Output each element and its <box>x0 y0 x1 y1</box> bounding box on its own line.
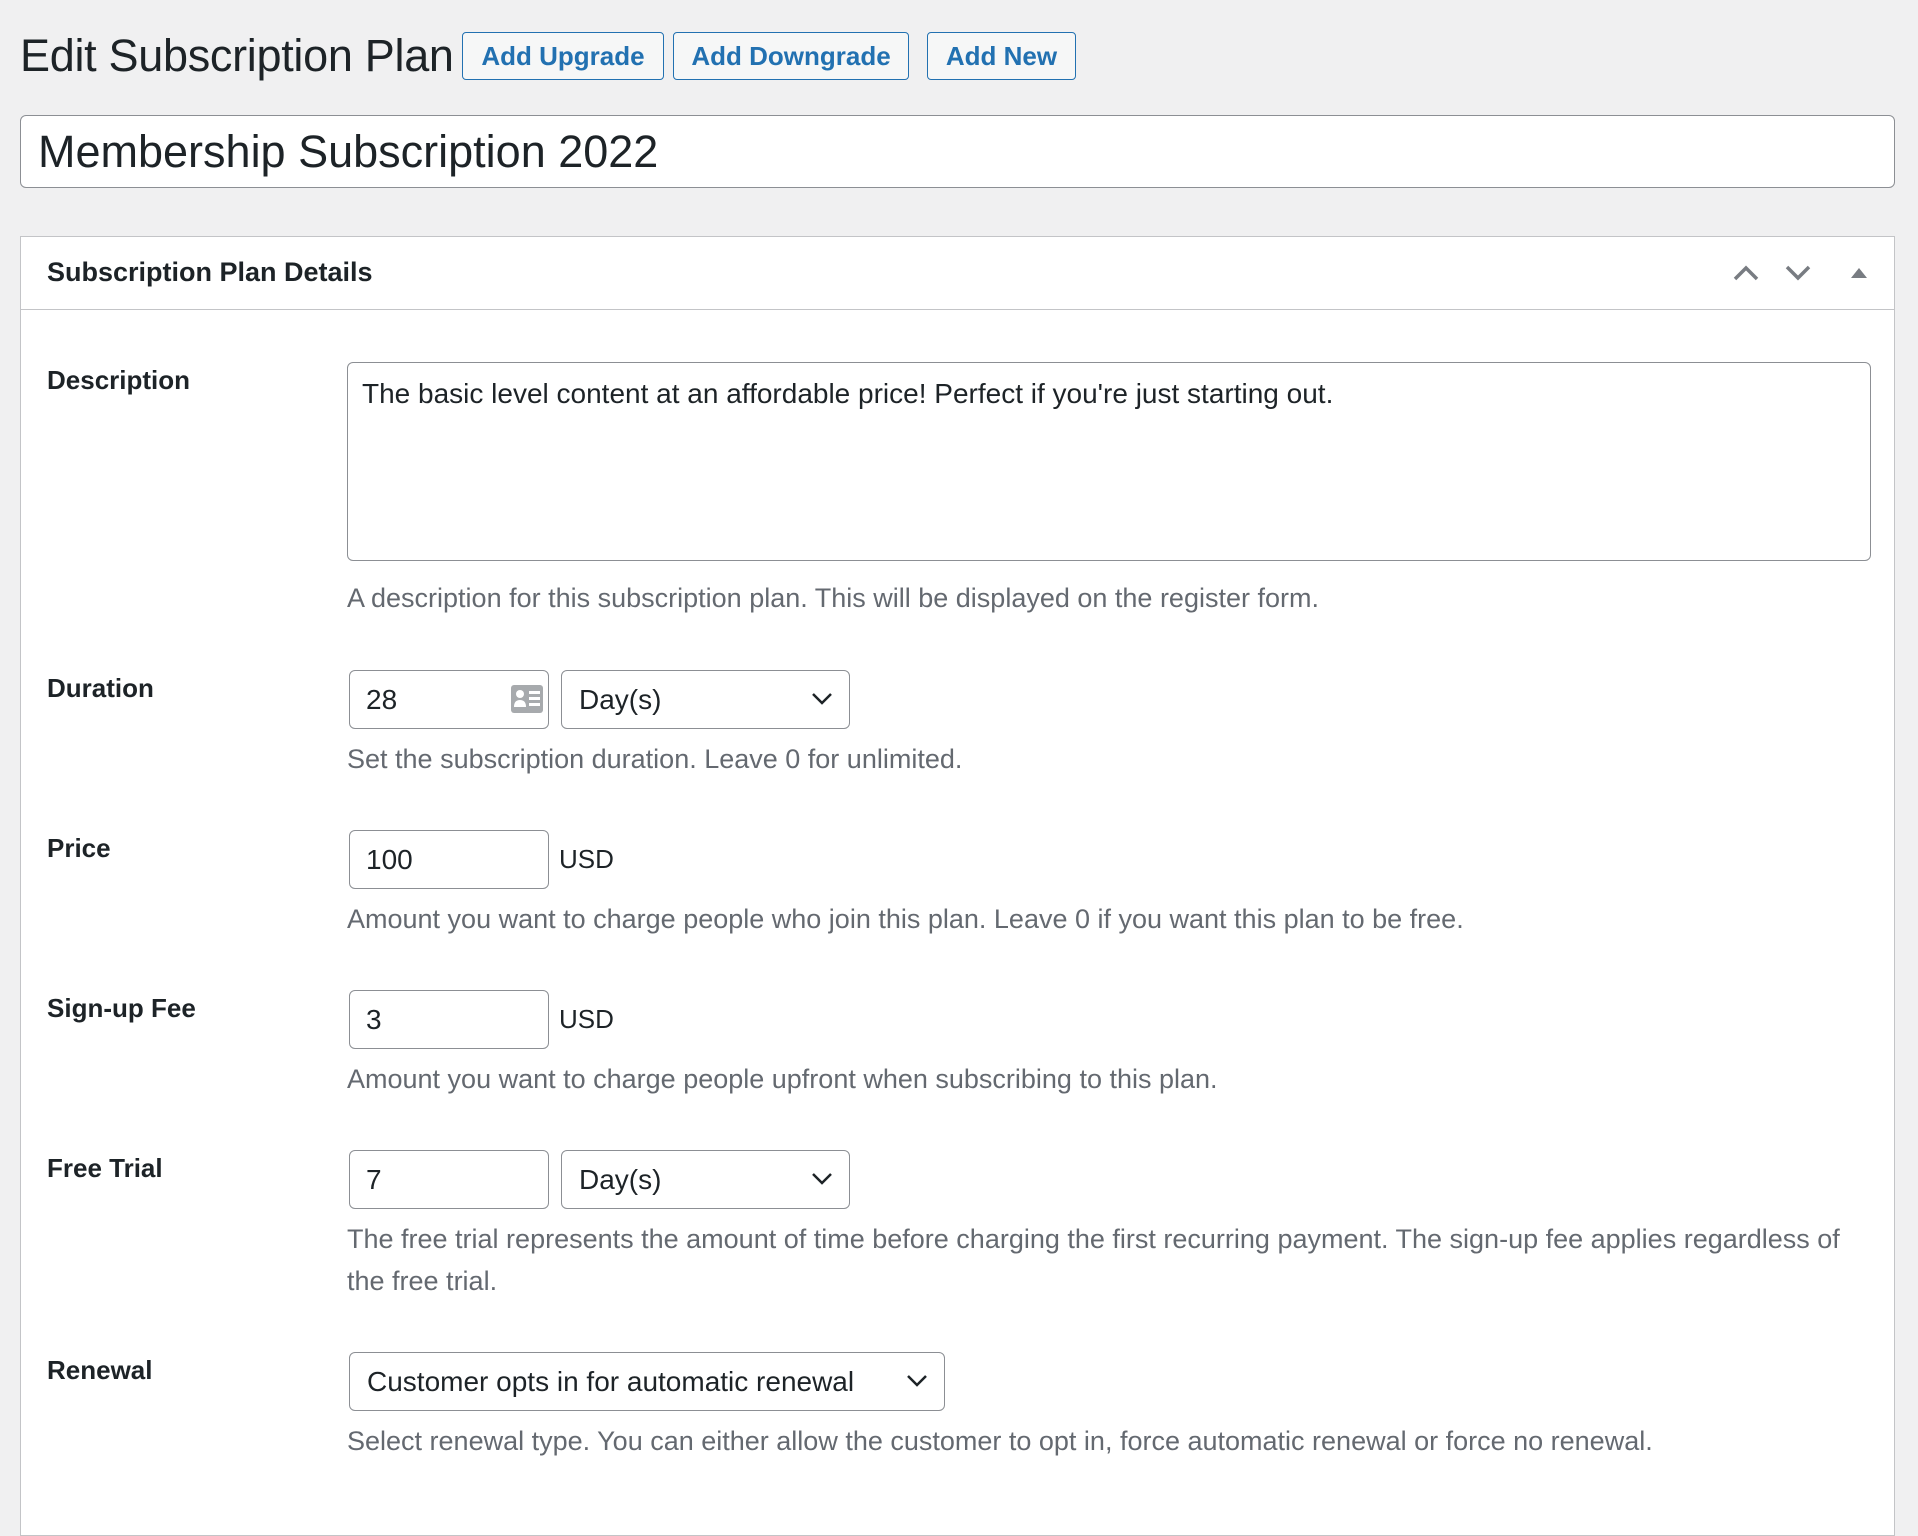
signup-fee-currency: USD <box>559 1004 614 1034</box>
renewal-value: Customer opts in for automatic renewal <box>367 1365 855 1397</box>
renewal-select[interactable]: Customer opts in for automatic renewal <box>349 1352 945 1411</box>
description-textarea[interactable]: The basic level content at an affordable… <box>347 362 1871 561</box>
duration-label: Duration <box>47 673 154 703</box>
move-down-icon[interactable] <box>1780 255 1816 291</box>
renewal-label: Renewal <box>47 1355 153 1385</box>
description-help: A description for this subscription plan… <box>347 583 1319 613</box>
description-label: Description <box>47 365 191 395</box>
duration-unit-select[interactable]: Day(s) <box>561 670 850 729</box>
signup-fee-help: Amount you want to charge people upfront… <box>347 1064 1218 1094</box>
price-input[interactable] <box>349 830 549 889</box>
add-new-button[interactable]: Add New <box>927 32 1076 80</box>
panel-header: Subscription Plan Details <box>21 237 1894 310</box>
chevron-down-icon <box>812 692 832 705</box>
contact-card-icon <box>511 685 543 713</box>
free-trial-label: Free Trial <box>47 1153 163 1183</box>
duration-field-wrapper <box>349 670 549 729</box>
free-trial-unit-select[interactable]: Day(s) <box>561 1150 850 1209</box>
duration-unit-value: Day(s) <box>579 683 662 715</box>
free-trial-help: The free trial represents the amount of … <box>347 1224 1840 1296</box>
add-downgrade-button[interactable]: Add Downgrade <box>673 32 909 80</box>
signup-fee-label: Sign-up Fee <box>47 993 196 1023</box>
chevron-down-icon <box>907 1374 927 1387</box>
renewal-help: Select renewal type. You can either allo… <box>347 1426 1653 1456</box>
price-label: Price <box>47 833 111 863</box>
price-currency: USD <box>559 844 614 874</box>
toggle-panel-icon[interactable] <box>1841 255 1877 291</box>
move-up-icon[interactable] <box>1728 255 1764 291</box>
free-trial-unit-value: Day(s) <box>579 1163 662 1195</box>
signup-fee-input[interactable] <box>349 990 549 1049</box>
subscription-plan-details-panel: Subscription Plan Details Description Th… <box>20 236 1895 1536</box>
page-title: Edit Subscription Plan <box>20 30 454 81</box>
panel-title: Subscription Plan Details <box>47 257 373 287</box>
free-trial-input[interactable] <box>349 1150 549 1209</box>
plan-title-input[interactable] <box>20 115 1895 188</box>
chevron-down-icon <box>812 1172 832 1185</box>
price-help: Amount you want to charge people who joi… <box>347 904 1464 934</box>
duration-help: Set the subscription duration. Leave 0 f… <box>347 744 963 774</box>
add-upgrade-button[interactable]: Add Upgrade <box>462 32 664 80</box>
